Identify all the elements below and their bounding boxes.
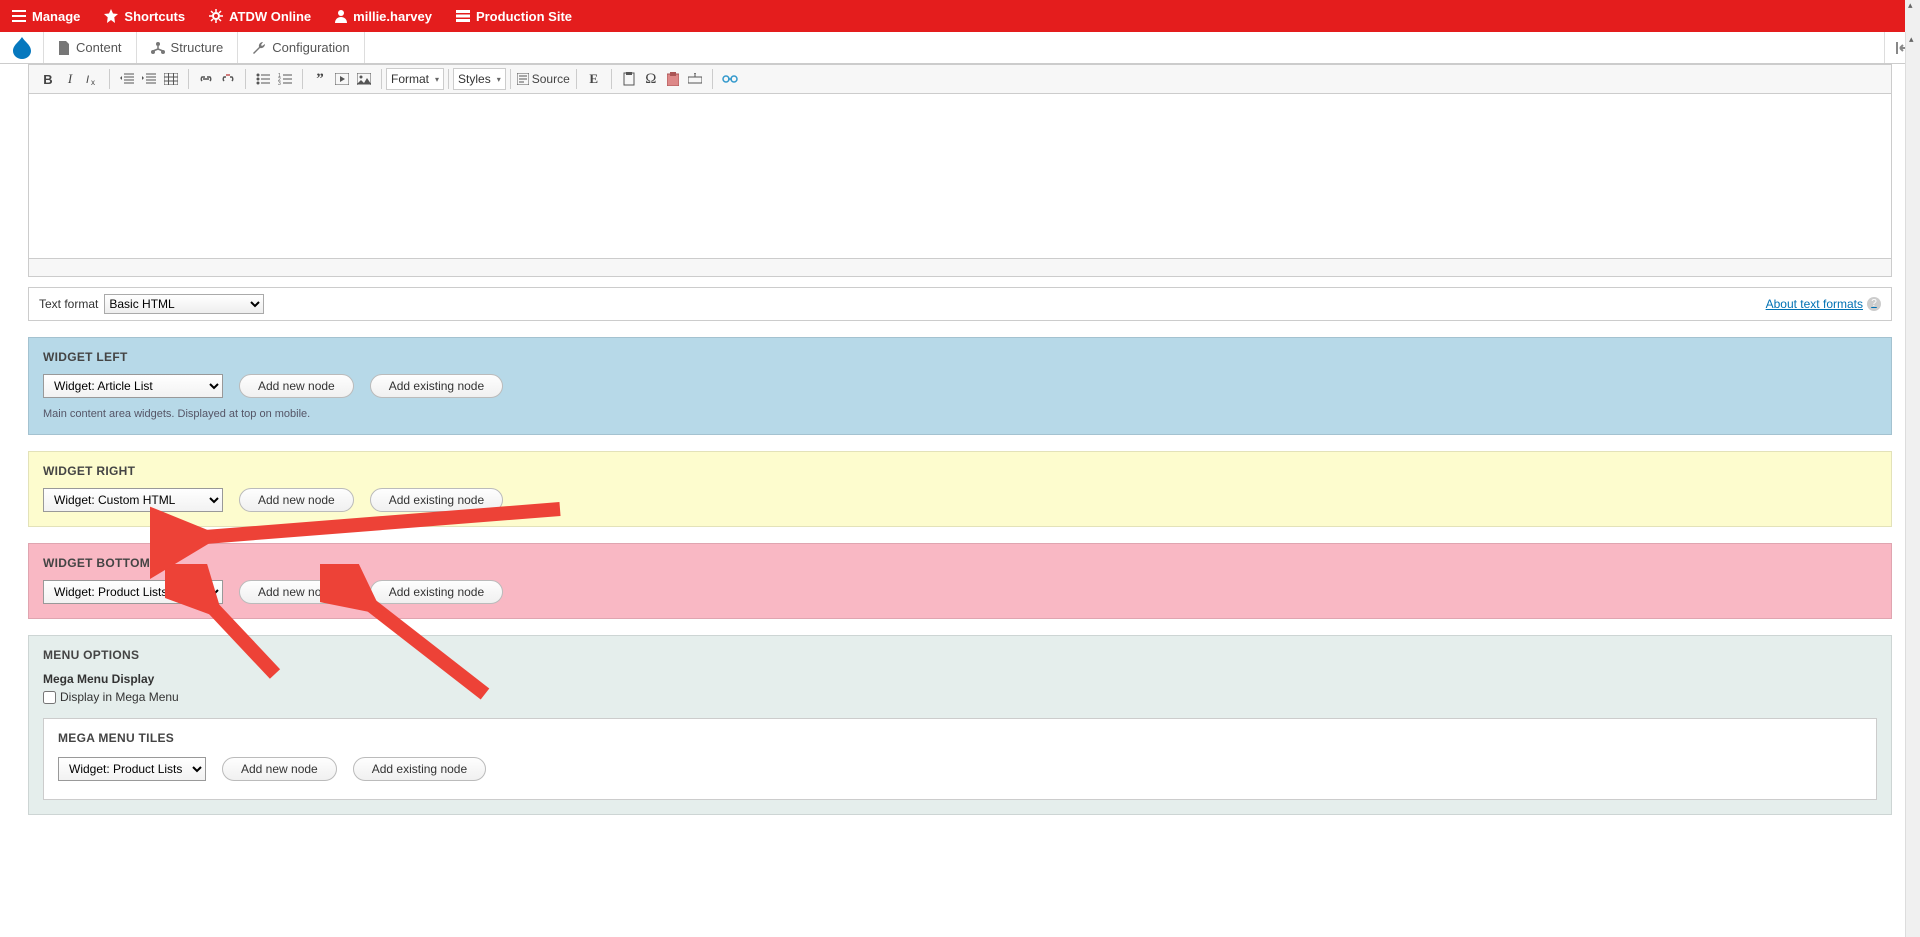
bold-button[interactable]: B xyxy=(37,68,59,90)
widget-left-add-new[interactable]: Add new node xyxy=(239,374,354,398)
widget-bottom-fieldset: WIDGET BOTTOM Widget: Product Lists Add … xyxy=(28,543,1892,619)
styles-dropdown[interactable]: Styles ▾ xyxy=(453,68,506,90)
widget-left-select[interactable]: Widget: Article List xyxy=(43,374,223,398)
media-button[interactable] xyxy=(331,68,353,90)
widget-bottom-add-new[interactable]: Add new node xyxy=(239,580,354,604)
user-icon xyxy=(335,9,347,23)
indent-button[interactable] xyxy=(138,68,160,90)
mega-menu-tiles-box: MEGA MENU TILES Widget: Product Lists Ad… xyxy=(43,718,1877,800)
drupal-logo[interactable] xyxy=(0,32,44,63)
widget-right-add-new[interactable]: Add new node xyxy=(239,488,354,512)
widget-left-title: WIDGET LEFT xyxy=(43,350,1877,364)
outdent-button[interactable] xyxy=(116,68,138,90)
structure-icon xyxy=(151,42,165,54)
primary-toolbar: Manage Shortcuts ATDW Online millie.harv… xyxy=(0,0,1920,32)
editor-textarea[interactable] xyxy=(28,94,1892,259)
link-button[interactable] xyxy=(195,68,217,90)
anchor-button[interactable] xyxy=(684,68,706,90)
editor-footer xyxy=(28,259,1892,277)
site-label: Production Site xyxy=(476,9,572,24)
svg-text:3: 3 xyxy=(278,81,281,85)
help-icon: ? xyxy=(1867,297,1881,311)
widget-left-add-existing[interactable]: Add existing node xyxy=(370,374,503,398)
format-dropdown-label: Format xyxy=(391,72,429,86)
manage-tab[interactable]: Manage xyxy=(0,0,92,32)
configuration-label: Configuration xyxy=(272,40,349,55)
widget-right-add-existing[interactable]: Add existing node xyxy=(370,488,503,512)
text-format-label: Text format xyxy=(39,297,98,311)
source-label: Source xyxy=(532,72,570,86)
page-icon xyxy=(58,41,70,55)
caret-icon: ▾ xyxy=(497,75,501,84)
linkit-button[interactable] xyxy=(719,68,741,90)
site-icon xyxy=(456,10,470,22)
templates-button[interactable] xyxy=(662,68,684,90)
menu-options-title: MENU OPTIONS xyxy=(43,648,1877,662)
unlink-button[interactable] xyxy=(217,68,239,90)
widget-left-fieldset: WIDGET LEFT Widget: Article List Add new… xyxy=(28,337,1892,435)
caret-icon: ▾ xyxy=(435,75,439,84)
source-button[interactable]: Source xyxy=(513,72,574,86)
table-button[interactable] xyxy=(160,68,182,90)
atdw-label: ATDW Online xyxy=(229,9,311,24)
svg-text:x: x xyxy=(91,78,95,86)
hamburger-icon xyxy=(12,10,26,22)
tiles-select[interactable]: Widget: Product Lists xyxy=(58,757,206,781)
svg-text:I: I xyxy=(86,74,89,86)
widget-right-title: WIDGET RIGHT xyxy=(43,464,1877,478)
text-format-row: Text format Basic HTML About text format… xyxy=(28,287,1892,321)
content-label: Content xyxy=(76,40,122,55)
tiles-add-existing[interactable]: Add existing node xyxy=(353,757,486,781)
shortcuts-tab[interactable]: Shortcuts xyxy=(92,0,197,32)
widget-bottom-title: WIDGET BOTTOM xyxy=(43,556,1877,570)
widget-bottom-select[interactable]: Widget: Product Lists xyxy=(43,580,223,604)
mega-menu-checkbox[interactable] xyxy=(43,691,56,704)
user-label: millie.harvey xyxy=(353,9,432,24)
site-tab[interactable]: Production Site xyxy=(444,0,584,32)
italic-button[interactable]: I xyxy=(59,68,81,90)
mega-menu-checkbox-label: Display in Mega Menu xyxy=(60,690,179,704)
menu-options-fieldset: MENU OPTIONS Mega Menu Display Display i… xyxy=(28,635,1892,815)
configuration-link[interactable]: Configuration xyxy=(238,32,364,63)
remove-format-button[interactable]: Ix xyxy=(81,68,103,90)
star-icon xyxy=(104,9,118,23)
editor-toolbar: B I Ix xyxy=(28,64,1892,94)
scrollbar-top[interactable] xyxy=(1905,0,1920,32)
structure-label: Structure xyxy=(171,40,224,55)
tiles-add-new[interactable]: Add new node xyxy=(222,757,337,781)
widget-right-fieldset: WIDGET RIGHT Widget: Custom HTML Add new… xyxy=(28,451,1892,527)
widget-left-help: Main content area widgets. Displayed at … xyxy=(43,408,1877,420)
shortcuts-label: Shortcuts xyxy=(124,9,185,24)
about-formats-link[interactable]: About text formats ? xyxy=(1766,297,1881,311)
blockquote-button[interactable]: ” xyxy=(309,68,331,90)
widget-bottom-add-existing[interactable]: Add existing node xyxy=(370,580,503,604)
image-button[interactable] xyxy=(353,68,375,90)
embed-button[interactable]: E xyxy=(583,68,605,90)
paste-button[interactable] xyxy=(618,68,640,90)
atdw-tab[interactable]: ATDW Online xyxy=(197,0,323,32)
number-list-button[interactable]: 123 xyxy=(274,68,296,90)
manage-label: Manage xyxy=(32,9,80,24)
mega-menu-checkbox-wrap[interactable]: Display in Mega Menu xyxy=(43,690,1877,704)
structure-link[interactable]: Structure xyxy=(137,32,239,63)
text-format-select[interactable]: Basic HTML xyxy=(104,294,264,314)
format-dropdown[interactable]: Format ▾ xyxy=(386,68,444,90)
widget-right-select[interactable]: Widget: Custom HTML xyxy=(43,488,223,512)
wrench-icon xyxy=(252,41,266,55)
about-formats-label: About text formats xyxy=(1766,297,1863,311)
specialchar-button[interactable]: Ω xyxy=(640,68,662,90)
gear-icon xyxy=(209,9,223,23)
admin-bar: Content Structure Configuration xyxy=(0,32,1920,64)
styles-dropdown-label: Styles xyxy=(458,72,491,86)
mega-menu-tiles-title: MEGA MENU TILES xyxy=(58,731,1862,745)
bullet-list-button[interactable] xyxy=(252,68,274,90)
content-link[interactable]: Content xyxy=(44,32,137,63)
page-scrollbar[interactable] xyxy=(1905,32,1920,937)
mega-menu-display-label: Mega Menu Display xyxy=(43,672,1877,686)
user-tab[interactable]: millie.harvey xyxy=(323,0,444,32)
